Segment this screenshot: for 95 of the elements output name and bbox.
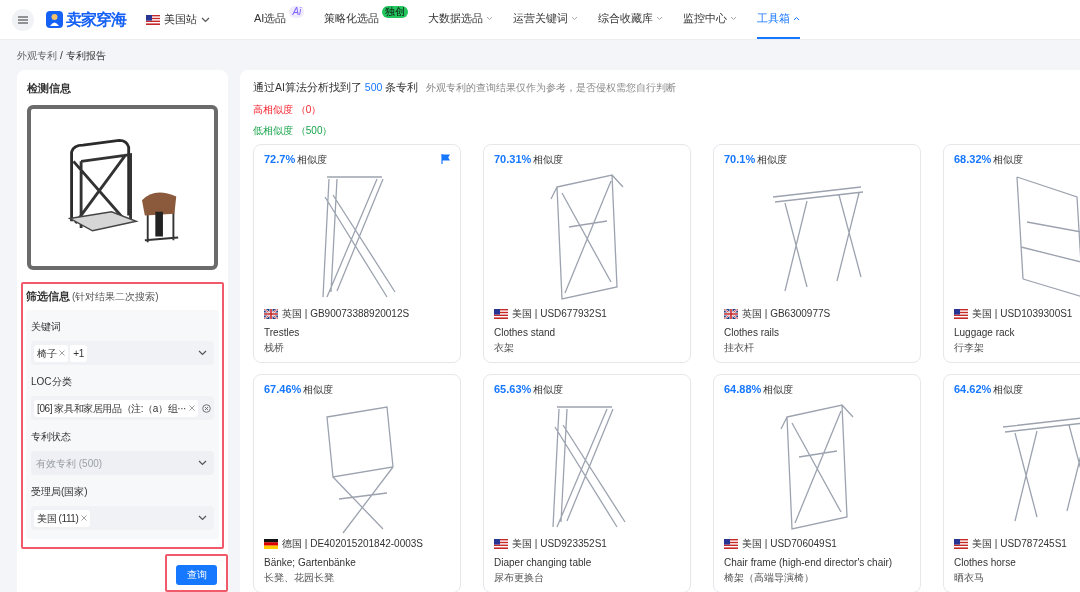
patent-card[interactable]: 65.63% 相似度 美国 | USD923352S1 Diaper changing table 尿布更换台 [483,373,691,592]
patent-number: 美国 | USD706049S1 [742,537,837,552]
patent-subtitle: 衣架 [494,340,515,355]
patent-subtitle: 长凳、花园长凳 [264,570,335,585]
similarity-label: 相似度 [757,152,788,167]
patent-card[interactable]: 64.62% 相似度 美国 | USD787245S1 Clothes horse 晒衣马 [943,373,1080,592]
patent-card[interactable]: 68.32% 相似度 美国 | USD1039300S1 Luggage rack 行李架 [943,143,1080,363]
group-label[interactable]: 高相似度 （0） [253,101,322,117]
close-icon[interactable] [59,350,66,356]
breadcrumb-separator: / [60,48,63,63]
logo-text: 卖家穿海 [66,9,126,30]
filter-tag[interactable]: +1 [70,344,87,362]
close-icon[interactable] [81,515,88,521]
similarity-score: 65.63% [494,381,532,397]
section-title: 检测信息 [27,81,72,96]
patent-number: 英国 | GB90073388920012S [282,307,410,322]
nav-tab[interactable]: 策略化选品 独创 [324,0,409,39]
patent-title: Chair frame (high-end director's chair) [724,555,894,570]
similarity-score: 64.88% [724,381,762,397]
patent-title: Clothes stand [494,325,557,340]
patent-card[interactable]: 72.7% 相似度 英国 | GB90073388920012S Trestles 栈桥 [253,143,461,363]
patent-number: 美国 | USD923352S1 [512,537,607,552]
field-label: 关键词 [31,320,62,334]
select-field[interactable]: 美国 (111) [31,506,214,530]
breadcrumb-current: 专利报告 [65,48,106,63]
field-label: 受理局(国家) [31,485,89,499]
site-selector[interactable]: 美国站 [146,11,210,28]
flag-icon [146,14,160,25]
similarity-score: 70.1% [724,151,756,167]
patent-subtitle: 尿布更换台 [494,570,545,585]
patent-card[interactable]: 70.1% 相似度 英国 | GB6300977S Clothes rails 挂衣杆 [713,143,921,363]
disclaimer-text: 外观专利的查询结果仅作为参考，是否侵权需您自行判断 [426,81,677,95]
select-placeholder: 有效专利 (500) [35,456,103,471]
similarity-score: 72.7% [264,151,296,167]
filter-tag[interactable]: [06] 家具和家居用品（注:（a）组··· [34,399,198,417]
patent-subtitle: 挂衣杆 [724,340,755,355]
similarity-score: 64.62% [954,381,992,397]
similarity-score: 67.46% [264,381,302,397]
similarity-label: 相似度 [533,152,564,167]
filter-tag[interactable]: 美国 (111) [34,509,91,527]
similarity-score: 68.32% [954,151,992,167]
patent-subtitle: 椅架（高端导演椅） [724,570,815,585]
patent-title: Bänke; Gartenbänke [264,555,357,570]
select-field[interactable]: 椅子 +1 [31,341,214,365]
section-title: 筛选信息 [26,288,70,304]
chevron-down-icon [198,350,207,356]
nav-badge: 独创 [382,5,409,18]
nav-tab[interactable]: 综合收藏库 [598,0,664,39]
patent-number: 美国 | USD677932S1 [512,307,607,322]
patent-subtitle: 栈桥 [264,340,285,355]
section-note: (针对结果二次搜索) [72,289,159,304]
query-button[interactable]: 查询 [176,564,217,585]
field-label: LOC分类 [31,375,73,389]
field-label: 专利状态 [31,430,72,444]
nav-tab[interactable]: 监控中心 [683,0,738,39]
select-field[interactable]: [06] 家具和家居用品（注:（a）组··· [31,396,214,420]
logo-icon [46,11,63,28]
similarity-label: 相似度 [303,382,334,397]
nav-tab[interactable]: AI选品 Ai [254,0,305,39]
similarity-label: 相似度 [533,382,564,397]
close-icon[interactable] [189,405,195,411]
patent-title: Diaper changing table [494,555,593,570]
flag-icon[interactable] [441,153,450,164]
patent-number: 美国 | USD787245S1 [972,537,1067,552]
similarity-label: 相似度 [993,382,1024,397]
clear-icon[interactable] [202,403,211,413]
patent-title: Luggage rack [954,325,1016,340]
nav-badge: Ai [289,5,305,18]
patent-number: 德国 | DE402015201842-0003S [282,537,424,552]
chevron-down-icon [198,460,207,466]
nav-tab[interactable]: 工具箱 [757,0,801,39]
similarity-label: 相似度 [993,152,1024,167]
patent-card[interactable]: 67.46% 相似度 德国 | DE402015201842-0003S Bänke; Gartenbänke 长凳、花园长凳 [253,373,461,592]
patent-card[interactable]: 70.31% 相似度 美国 | USD677932S1 Clothes stand 衣架 [483,143,691,363]
similarity-label: 相似度 [297,152,328,167]
group-label[interactable]: 低相似度 （500） [253,122,333,138]
patent-card[interactable]: 64.88% 相似度 美国 | USD706049S1 Chair frame (high-end director's chair) 椅架（高端导演椅） [713,373,921,592]
patent-title: Clothes horse [954,555,1017,570]
patent-title: Clothes rails [724,325,781,340]
menu-button[interactable] [12,8,34,31]
patent-subtitle: 晒衣马 [954,570,985,585]
nav-tab[interactable]: 大数据选品 [428,0,494,39]
similarity-score: 70.31% [494,151,532,167]
chevron-down-icon [201,16,210,23]
patent-number: 英国 | GB6300977S [742,307,831,322]
patent-subtitle: 行李架 [954,340,985,355]
breadcrumb-link[interactable]: 外观专利 [17,47,57,63]
filter-tag[interactable]: 椅子 [34,344,69,362]
menu-icon [18,15,28,24]
patent-title: Trestles [264,325,301,340]
chevron-down-icon [198,515,207,521]
result-summary: 通过AI算法分析找到了 500 条专利 [253,80,419,95]
nav-tab[interactable]: 运营关键词 [513,0,579,39]
similarity-label: 相似度 [763,382,794,397]
patent-number: 美国 | USD1039300S1 [972,307,1073,322]
